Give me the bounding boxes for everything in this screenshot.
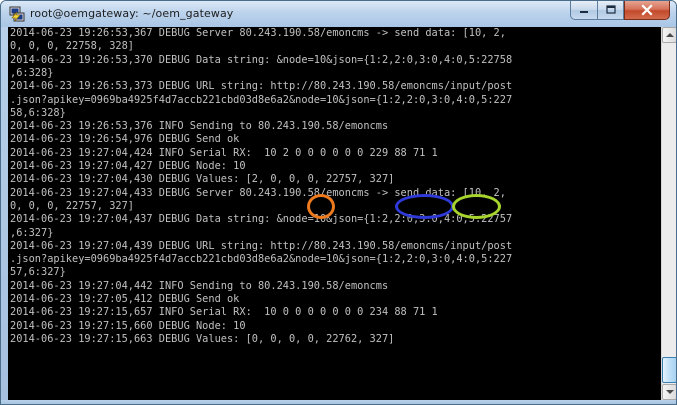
log-line: 2014-06-23 19:26:54,976 DEBUG Send ok — [10, 133, 240, 146]
scrollbar-thumb[interactable] — [662, 357, 676, 383]
log-line: 2014-06-23 19:27:04,424 INFO Serial RX: … — [10, 146, 438, 159]
orange-highlight-circle — [307, 194, 335, 219]
green-highlight-circle — [452, 194, 501, 219]
log-line: 58,6:328} — [10, 106, 66, 119]
log-line: ,6:327} — [10, 226, 54, 239]
minimize-button[interactable] — [570, 1, 597, 20]
terminal-output[interactable]: 2014-06-23 19:26:53,367 DEBUG Server 80.… — [8, 27, 661, 400]
log-line-values-highlighted: 2014-06-23 19:27:04,430 DEBUG Values: [2… — [10, 173, 395, 186]
log-line: 2014-06-23 19:27:04,439 DEBUG URL string… — [10, 239, 513, 252]
log-line: 2014-06-23 19:26:53,370 DEBUG Data strin… — [10, 53, 513, 66]
log-line: 2014-06-23 19:26:53,373 DEBUG URL string… — [10, 80, 513, 93]
terminal-window: root@oemgateway: ~/oem_gateway 2014-06-2… — [0, 0, 677, 405]
maximize-icon — [598, 1, 623, 19]
log-line: 2014-06-23 19:27:15,660 DEBUG Node: 10 — [10, 319, 246, 332]
log-line: 2014-06-23 19:27:15,657 INFO Serial RX: … — [10, 306, 438, 319]
caption-buttons — [570, 1, 670, 21]
log-line: 2014-06-23 19:26:53,376 INFO Sending to … — [10, 120, 389, 133]
log-line: 2014-06-23 19:27:04,442 INFO Sending to … — [10, 279, 389, 292]
minimize-icon — [571, 1, 597, 19]
log-line: ,6:328} — [10, 66, 54, 79]
log-line: .json?apikey=0969ba4925f4d7accb221cbd03d… — [10, 253, 513, 266]
window-bottom-border — [1, 400, 676, 404]
window-title: root@oemgateway: ~/oem_gateway — [30, 7, 234, 20]
scroll-down-button[interactable] — [662, 384, 676, 400]
scroll-down-arrow-icon — [663, 385, 676, 399]
putty-terminal-icon — [9, 6, 25, 22]
vertical-scrollbar[interactable] — [661, 27, 676, 400]
log-line: 2014-06-23 19:27:05,412 DEBUG Send ok — [10, 293, 240, 305]
close-icon — [625, 1, 669, 19]
maximize-button[interactable] — [597, 1, 624, 20]
blue-highlight-circle — [395, 194, 454, 219]
log-line: 2014-06-23 19:27:04,427 DEBUG Node: 10 — [10, 160, 246, 172]
scroll-up-button[interactable] — [662, 27, 676, 43]
scroll-up-arrow-icon — [663, 28, 676, 42]
close-button[interactable] — [624, 1, 670, 20]
log-line: 0, 0, 0, 22757, 327] — [10, 199, 134, 212]
log-line: 2014-06-23 19:26:53,367 DEBUG Server 80.… — [10, 27, 506, 39]
log-line: 0, 0, 0, 22758, 328] — [10, 40, 134, 53]
log-line: 2014-06-23 19:27:15,663 DEBUG Values: [0… — [10, 332, 395, 345]
title-bar[interactable]: root@oemgateway: ~/oem_gateway — [1, 1, 676, 27]
log-line: 57,6:327} — [10, 266, 66, 279]
log-line: .json?apikey=0969ba4925f4d7accb221cbd03d… — [10, 93, 513, 106]
